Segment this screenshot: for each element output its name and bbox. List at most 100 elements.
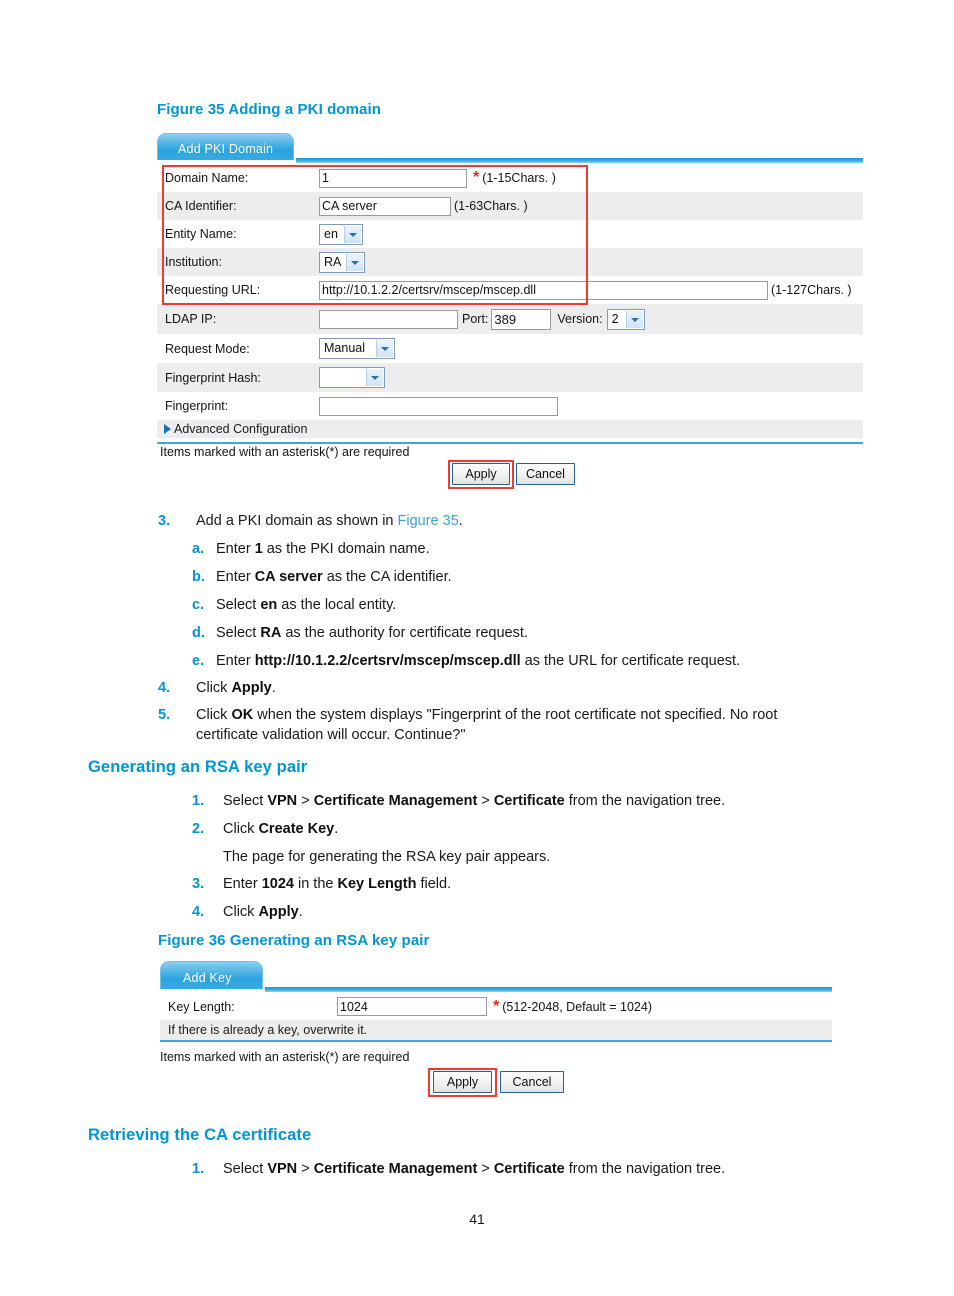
step-5-bold: OK <box>231 707 254 723</box>
request-mode-select[interactable]: Manual <box>319 338 395 359</box>
ca-step-1-sep2: > <box>477 1161 494 1177</box>
ca-step-1-sep1: > <box>297 1161 314 1177</box>
institution-select[interactable]: RA <box>319 251 365 273</box>
key-apply-button[interactable]: Apply <box>433 1071 492 1093</box>
ldap-version-label: Version: <box>557 312 603 326</box>
row-overwrite-note: If there is already a key, overwrite it. <box>160 1020 832 1040</box>
key-tabstrip: Add Key <box>160 961 832 992</box>
step-3a: a. Enter 1 as the PKI domain name. <box>192 539 892 559</box>
row-requesting-url: Requesting URL: (1-127Chars. ) <box>157 276 863 304</box>
pki-cancel-button[interactable]: Cancel <box>516 463 575 485</box>
ldap-version-select[interactable]: 2 <box>606 308 645 330</box>
chevron-down-icon[interactable] <box>376 340 393 357</box>
step-4-marker: 4. <box>158 680 171 696</box>
requesting-url-hint: (1-127Chars. ) <box>771 283 852 297</box>
ca-step-1-b3: Certificate <box>493 1161 565 1177</box>
key-form-table: Key Length: * (512-2048, Default = 1024)… <box>160 993 832 1040</box>
rsa-step-2-note: The page for generating the RSA key pair… <box>223 849 551 865</box>
figure-36-caption: Figure 36 Generating an RSA key pair <box>158 932 430 949</box>
key-tab-underline <box>265 987 832 992</box>
key-panel-bottom-rule <box>160 1040 832 1042</box>
key-asterisk-note: Items marked with an asterisk(*) are req… <box>160 1050 410 1064</box>
key-length-input[interactable] <box>337 997 487 1016</box>
figure-35-caption: Figure 35 Adding a PKI domain <box>157 101 382 118</box>
ldap-port-label: Port: <box>462 312 489 326</box>
ca-identifier-input[interactable] <box>319 196 451 216</box>
ldap-ip-input[interactable] <box>319 309 458 329</box>
step-3e: e. Enter http://10.1.2.2/certsrv/mscep/m… <box>192 651 892 671</box>
step-4-pre: Click <box>196 680 232 696</box>
step-3c-post: as the local entity. <box>277 597 397 613</box>
tab-add-key[interactable]: Add Key <box>160 961 263 989</box>
row-fingerprint: Fingerprint: <box>157 392 863 420</box>
step-3e-pre: Enter <box>216 653 255 669</box>
advanced-configuration-label: Advanced Configuration <box>174 422 308 436</box>
overwrite-note-label: If there is already a key, overwrite it. <box>168 1023 368 1037</box>
add-pki-domain-panel: Add PKI Domain Domain Name: * (1-15Chars… <box>157 133 863 444</box>
ca-step-1-b2: Certificate Management <box>313 1161 478 1177</box>
key-cancel-button[interactable]: Cancel <box>500 1071 564 1093</box>
step-3d-post: as the authority for certificate request… <box>281 625 528 641</box>
figure-35-link[interactable]: Figure 35 <box>398 513 459 529</box>
rsa-step-1-post: from the navigation tree. <box>564 793 726 809</box>
heading-generating-rsa-key-pair: Generating an RSA key pair <box>88 758 308 776</box>
domain-name-label: Domain Name: <box>165 171 249 185</box>
page-number: 41 <box>469 1211 485 1227</box>
step-4-bold: Apply <box>231 680 272 696</box>
step-3-text-post: . <box>458 513 463 529</box>
step-5-pre: Click <box>196 707 232 723</box>
step-3c-pre: Select <box>216 597 261 613</box>
rsa-step-1-marker: 1. <box>192 793 205 809</box>
fingerprint-input[interactable] <box>319 396 558 416</box>
rsa-step-2-bold: Create Key <box>258 821 335 837</box>
rsa-step-3-post: field. <box>416 876 452 892</box>
step-3d-marker: d. <box>192 625 205 641</box>
step-3a-pre: Enter <box>216 541 255 557</box>
step-3e-post: as the URL for certificate request. <box>520 653 741 669</box>
rsa-step-3-mid: in the <box>293 876 338 892</box>
chevron-down-icon[interactable] <box>625 310 643 328</box>
row-fingerprint-hash: Fingerprint Hash: <box>157 363 863 392</box>
step-3a-post: as the PKI domain name. <box>262 541 430 557</box>
chevron-down-icon[interactable] <box>346 253 363 271</box>
tab-add-pki-domain[interactable]: Add PKI Domain <box>157 133 294 160</box>
step-3c-bold: en <box>260 597 278 613</box>
ldap-ip-label: LDAP IP: <box>165 312 217 326</box>
pki-apply-button[interactable]: Apply <box>452 463 510 485</box>
row-key-length: Key Length: * (512-2048, Default = 1024) <box>160 993 832 1020</box>
ca-identifier-hint: (1-63Chars. ) <box>454 199 528 213</box>
add-key-panel: Add Key Key Length: * (512-2048, Default… <box>160 961 832 1047</box>
ca-step-1-marker: 1. <box>192 1161 205 1177</box>
rsa-step-4-marker: 4. <box>192 904 205 920</box>
chevron-down-icon[interactable] <box>344 225 361 243</box>
rsa-step-2-post: . <box>334 821 339 837</box>
step-3-marker: 3. <box>158 513 171 529</box>
rsa-step-3-b2: Key Length <box>337 876 417 892</box>
step-3a-marker: a. <box>192 541 205 557</box>
requesting-url-input[interactable] <box>319 280 768 300</box>
rsa-step-4-pre: Click <box>223 904 259 920</box>
domain-name-input[interactable] <box>319 168 467 188</box>
chevron-down-icon[interactable] <box>366 369 383 386</box>
entity-name-value: en <box>324 226 338 241</box>
document-page: Figure 35 Adding a PKI domain Add PKI Do… <box>0 0 954 1296</box>
step-3b-bold: CA server <box>254 569 323 585</box>
rsa-step-2-pre: Click <box>223 821 259 837</box>
fingerprint-hash-select[interactable] <box>319 367 385 388</box>
rsa-step-1-sep2: > <box>477 793 494 809</box>
step-3-text-pre: Add a PKI domain as shown in <box>196 513 398 529</box>
advanced-configuration-row[interactable]: Advanced Configuration <box>157 420 863 438</box>
rsa-step-1-b1: VPN <box>267 793 298 809</box>
step-3b-pre: Enter <box>216 569 255 585</box>
domain-name-required-asterisk: * <box>473 169 480 186</box>
entity-name-select[interactable]: en <box>319 223 363 245</box>
entity-name-label: Entity Name: <box>165 227 237 241</box>
ca-identifier-label: CA Identifier: <box>165 199 237 213</box>
rsa-step-3: 3. Enter 1024 in the Key Length field. <box>192 874 912 894</box>
step-3-pki: 3. Add a PKI domain as shown in Figure 3… <box>158 511 858 531</box>
step-5-line2: certificate validation will occur. Conti… <box>196 727 466 743</box>
ldap-port-input[interactable] <box>491 308 552 330</box>
pki-form-table: Domain Name: * (1-15Chars. ) CA Identifi… <box>157 164 863 438</box>
step-3e-bold: http://10.1.2.2/certsrv/mscep/mscep.dll <box>254 653 521 669</box>
rsa-step-3-b1: 1024 <box>261 876 294 892</box>
